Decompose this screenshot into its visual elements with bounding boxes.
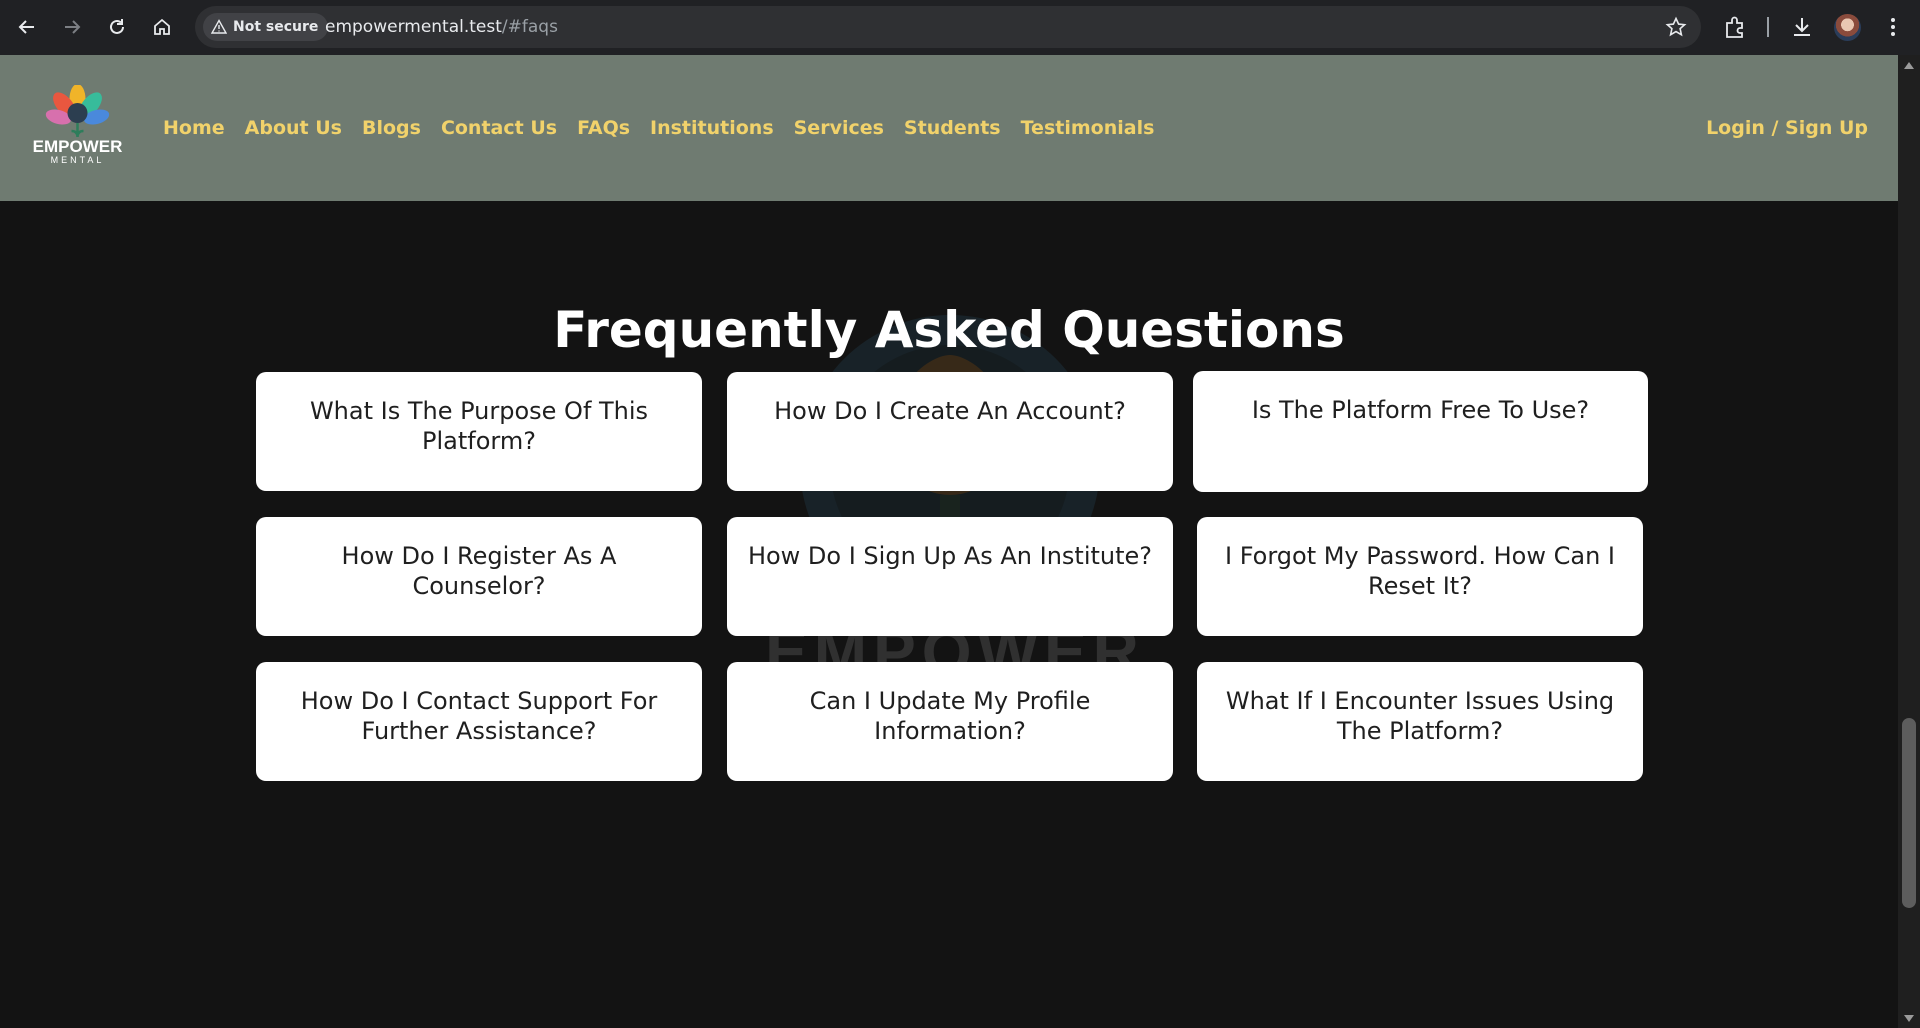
nav-link-about-us[interactable]: About Us xyxy=(245,117,342,139)
download-icon[interactable] xyxy=(1789,14,1815,40)
faq-section-title: Frequently Asked Questions xyxy=(553,301,1345,359)
faq-question: Is The Platform Free To Use? xyxy=(1251,396,1590,424)
faq-question: What Is The Purpose Of This Platform? xyxy=(309,397,649,455)
brain-flower-logo-icon xyxy=(45,85,110,138)
faq-card[interactable]: How Do I Sign Up As An Institute? xyxy=(727,517,1173,636)
address-bar[interactable]: Not secure empowermental.test/#faqs xyxy=(195,6,1701,48)
main-navigation: Home About Us Blogs Contact Us FAQs Inst… xyxy=(163,117,1154,139)
nav-link-institutions[interactable]: Institutions xyxy=(650,117,774,139)
url-text[interactable]: empowermental.test/#faqs xyxy=(325,17,558,37)
reload-button[interactable] xyxy=(100,10,134,44)
nav-link-students[interactable]: Students xyxy=(904,117,1001,139)
faq-card[interactable]: What Is The Purpose Of This Platform? xyxy=(256,372,702,491)
forward-arrow-icon xyxy=(65,20,81,34)
home-button[interactable] xyxy=(145,10,179,44)
faq-card[interactable]: Is The Platform Free To Use? xyxy=(1193,371,1648,492)
nav-link-home[interactable]: Home xyxy=(163,117,225,139)
faq-question: How Do I Sign Up As An Institute? xyxy=(747,542,1153,570)
back-button[interactable] xyxy=(10,10,44,44)
warning-icon xyxy=(211,19,227,34)
faq-question: How Do I Contact Support For Further Ass… xyxy=(300,687,658,745)
browser-toolbar: Not secure empowermental.test/#faqs xyxy=(0,0,1920,55)
reload-icon xyxy=(110,19,124,34)
nav-link-services[interactable]: Services xyxy=(794,117,884,139)
page-viewport: EMPOWER EMPOWER MENTAL Home About Us Blo… xyxy=(0,55,1898,1028)
nav-link-contact-us[interactable]: Contact Us xyxy=(441,117,557,139)
faq-card[interactable]: How Do I Create An Account? xyxy=(727,372,1173,491)
faq-question: Can I Update My Profile Information? xyxy=(809,687,1091,745)
faq-card[interactable]: I Forgot My Password. How Can I Reset It… xyxy=(1197,517,1643,636)
profile-avatar[interactable] xyxy=(1834,14,1861,41)
forward-button[interactable] xyxy=(55,10,89,44)
login-signup-link[interactable]: Login / Sign Up xyxy=(1706,117,1868,139)
scroll-down-arrow-icon[interactable] xyxy=(1904,1015,1914,1022)
faq-card[interactable]: How Do I Register As A Counselor? xyxy=(256,517,702,636)
scrollbar-thumb[interactable] xyxy=(1902,718,1916,908)
menu-kebab-icon[interactable] xyxy=(1880,14,1906,40)
extensions-icon[interactable] xyxy=(1722,14,1748,40)
logo-wordmark: EMPOWER xyxy=(32,137,123,156)
nav-link-faqs[interactable]: FAQs xyxy=(577,117,630,139)
bookmark-star-icon[interactable] xyxy=(1665,16,1687,38)
toolbar-separator xyxy=(1767,17,1769,37)
security-label: Not secure xyxy=(233,19,319,35)
url-path: /#faqs xyxy=(501,17,558,37)
home-icon xyxy=(154,18,170,35)
faq-question: What If I Encounter Issues Using The Pla… xyxy=(1225,687,1615,745)
faq-card[interactable]: What If I Encounter Issues Using The Pla… xyxy=(1197,662,1643,781)
url-host: empowermental.test xyxy=(325,17,502,37)
nav-link-testimonials[interactable]: Testimonials xyxy=(1021,117,1155,139)
faq-card[interactable]: Can I Update My Profile Information? xyxy=(727,662,1173,781)
site-logo[interactable]: EMPOWER MENTAL xyxy=(30,85,125,175)
nav-link-blogs[interactable]: Blogs xyxy=(362,117,421,139)
back-arrow-icon xyxy=(18,20,34,34)
faq-question: How Do I Create An Account? xyxy=(774,397,1126,425)
security-chip[interactable]: Not secure xyxy=(203,13,329,41)
scroll-up-arrow-icon[interactable] xyxy=(1904,62,1914,69)
faq-question: How Do I Register As A Counselor? xyxy=(341,542,617,600)
site-header: EMPOWER MENTAL Home About Us Blogs Conta… xyxy=(0,55,1898,201)
page-scrollbar[interactable] xyxy=(1898,55,1920,1028)
logo-subtext: MENTAL xyxy=(50,155,105,165)
faq-card[interactable]: How Do I Contact Support For Further Ass… xyxy=(256,662,702,781)
faq-question: I Forgot My Password. How Can I Reset It… xyxy=(1224,542,1615,600)
